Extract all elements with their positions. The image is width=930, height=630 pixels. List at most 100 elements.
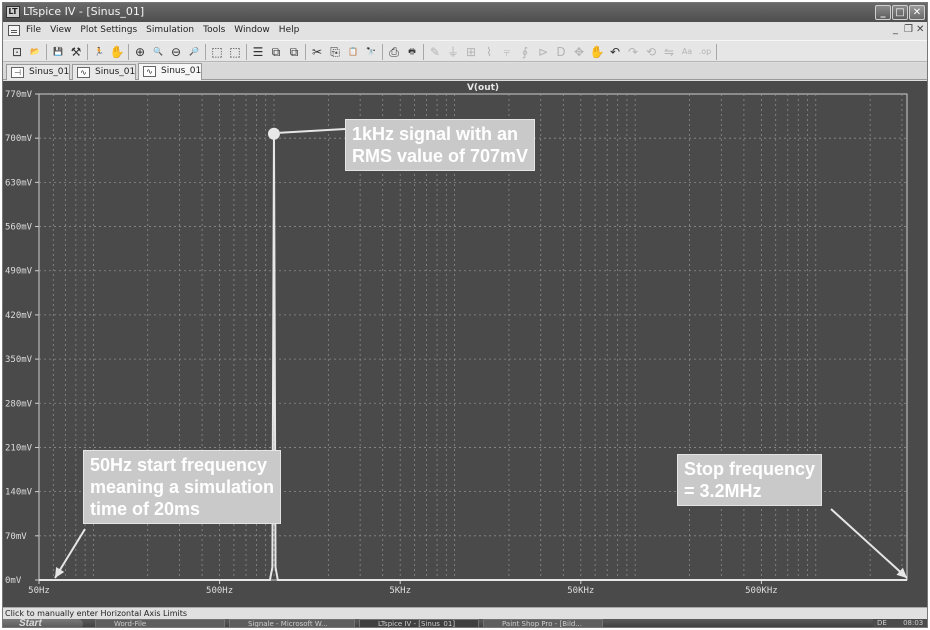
autorange-icon[interactable]: ⬚ [209, 44, 225, 60]
start-annotation-line: 50Hz start frequency [90, 455, 268, 475]
text-icon[interactable]: Aa [679, 44, 695, 60]
y-tick-label: 280mV [5, 399, 33, 409]
mirror-icon[interactable]: ⇋ [661, 44, 677, 60]
inductor-icon[interactable]: ∮ [517, 44, 533, 60]
x-tick-label[interactable]: 500KHz [745, 586, 778, 596]
stop-annotation-line: = 3.2MHz [684, 481, 762, 501]
print-preview-icon[interactable]: ⎙ [386, 44, 402, 60]
status-bar: Click to manually enter Horizontal Axis … [3, 607, 927, 619]
resistor-icon[interactable]: ⌇ [481, 44, 497, 60]
tab-schematic[interactable]: ⊣ Sinus_01 [6, 64, 70, 80]
clock: 08:03 [903, 619, 924, 627]
copy-icon[interactable]: ⎘ [327, 44, 343, 60]
peak-annotation: 1kHz signal with an RMS value of 707mV [345, 119, 536, 171]
menu-simulation[interactable]: Simulation [145, 24, 195, 36]
peak-annotation-line: RMS value of 707mV [352, 146, 529, 166]
tile-horizontal-icon[interactable]: ☰ [250, 44, 266, 60]
open-file-icon[interactable]: 📂 [27, 44, 43, 60]
redo-icon[interactable]: ↷ [625, 44, 641, 60]
ltspice-app-icon[interactable]: LT [6, 6, 20, 18]
document-icon[interactable] [8, 25, 20, 36]
toolbar-separator [423, 44, 424, 60]
capacitor-icon[interactable]: ⫧ [499, 44, 515, 60]
tab-waveform[interactable]: ∿ Sinus_01 [72, 64, 136, 80]
ground-icon[interactable]: ⏚ [445, 44, 461, 60]
print-icon[interactable]: 🖶 [404, 44, 420, 60]
x-tick-label[interactable]: 50KHz [567, 586, 594, 596]
waveform-plot[interactable]: 0mV 70mV 140mV 210mV 280mV 350mV 420mV 490mV 560… [3, 81, 927, 607]
stop-frequency-annotation: Stop frequency = 3.2MHz [677, 454, 823, 506]
tile-vertical-icon[interactable]: ⧉ [268, 44, 284, 60]
y-tick-label: 630mV [5, 178, 33, 188]
mdi-restore-button[interactable]: ❐ [904, 24, 913, 35]
component-icon[interactable]: D [553, 44, 569, 60]
menu-help[interactable]: Help [278, 24, 301, 36]
save-icon[interactable]: 💾 [50, 44, 66, 60]
menu-plot-settings[interactable]: Plot Settings [79, 24, 138, 36]
cut-icon[interactable]: ✂ [309, 44, 325, 60]
minimize-button[interactable]: _ [875, 5, 891, 20]
paste-icon[interactable]: 📋 [345, 44, 361, 60]
tab-label: Sinus_01 [29, 67, 70, 77]
menu-window[interactable]: Window [233, 24, 271, 36]
system-tray: DE 08:03 [873, 619, 927, 627]
undo-icon[interactable]: ↶ [607, 44, 623, 60]
taskbar-item[interactable]: Paint Shop Pro - [Bild... [483, 619, 603, 627]
taskbar: Start Word-File Signale - Microsoft W...… [3, 619, 927, 627]
taskbar-item[interactable]: Signale - Microsoft W... [229, 619, 355, 627]
rotate-icon[interactable]: ⟲ [643, 44, 659, 60]
mdi-close-button[interactable]: ✕ [916, 24, 924, 35]
toolbar: ⊡ 📂 💾 ⚒ 🏃 ✋ ⊕ 🔍 ⊖ 🔎 ⬚ ⬚ ☰ ⧉ ⧉ ✂ ⎘ 📋 🔭 ⎙ 🖶 ✎ ⏚ ⊞ ⌇ ⫧ ∮ ⊳ D ✥ ✋ ↶ ↷ ⟲ ⇋ Aa .op [3, 40, 927, 62]
plot-settings-icon[interactable]: ⬚ [227, 44, 243, 60]
halt-icon[interactable]: ✋ [109, 44, 125, 60]
ltspice-window: LT LTspice IV - [Sinus_01] _ □ ✕ File Vi… [2, 2, 928, 628]
x-tick-label[interactable]: 50Hz [28, 586, 50, 596]
x-tick-label[interactable]: 500Hz [206, 586, 233, 596]
taskbar-item[interactable]: Word-File [95, 619, 225, 627]
spice-directive-icon[interactable]: .op [697, 44, 713, 60]
move-icon[interactable]: ✥ [571, 44, 587, 60]
menu-file[interactable]: File [25, 24, 42, 36]
y-tick-label: 420mV [5, 311, 33, 321]
close-button[interactable]: ✕ [909, 5, 925, 20]
x-tick-label[interactable]: 5KHz [389, 586, 411, 596]
tab-label: Sinus_01 [95, 67, 136, 77]
control-panel-icon[interactable]: ⚒ [68, 44, 84, 60]
schematic-icon: ⊣ [11, 67, 24, 78]
y-tick-label: 490mV [5, 267, 33, 277]
zoom-fit-icon[interactable]: 🔎 [186, 44, 202, 60]
stop-arrow-line [830, 508, 908, 579]
toolbar-separator [87, 44, 88, 60]
y-tick-label: 560mV [5, 223, 33, 233]
title-bar[interactable]: LT LTspice IV - [Sinus_01] _ □ ✕ [3, 3, 927, 22]
zoom-out-icon[interactable]: ⊖ [168, 44, 184, 60]
toolbar-separator [128, 44, 129, 60]
y-tick-label: 700mV [5, 134, 33, 144]
wire-icon[interactable]: ✎ [427, 44, 443, 60]
start-annotation-line: time of 20ms [90, 499, 201, 519]
menu-view[interactable]: View [49, 24, 72, 36]
find-icon[interactable]: 🔭 [363, 44, 379, 60]
peak-pointer-line [279, 128, 346, 134]
maximize-button[interactable]: □ [892, 5, 908, 20]
start-button[interactable]: Start [3, 619, 83, 627]
toolbar-separator [46, 44, 47, 60]
taskbar-item-active[interactable]: LTspice IV - [Sinus_01] [359, 619, 479, 627]
toolbar-separator [382, 44, 383, 60]
zoom-in-icon[interactable]: ⊕ [132, 44, 148, 60]
cascade-icon[interactable]: ⧉ [286, 44, 302, 60]
pan-icon[interactable]: 🔍 [150, 44, 166, 60]
window-title: LTspice IV - [Sinus_01] [23, 5, 145, 18]
diode-icon[interactable]: ⊳ [535, 44, 551, 60]
tab-waveform-active[interactable]: ∿ Sinus_01 [138, 63, 202, 80]
y-tick-label: 70mV [5, 532, 27, 542]
new-schematic-icon[interactable]: ⊡ [9, 44, 25, 60]
run-icon[interactable]: 🏃 [91, 44, 107, 60]
trace-label[interactable]: V(out) [443, 83, 523, 93]
menu-tools[interactable]: Tools [202, 24, 226, 36]
y-tick-label: 0mV [5, 576, 22, 586]
language-indicator[interactable]: DE [877, 619, 887, 627]
drag-icon[interactable]: ✋ [589, 44, 605, 60]
mdi-minimize-button[interactable]: _ [893, 24, 898, 35]
label-net-icon[interactable]: ⊞ [463, 44, 479, 60]
